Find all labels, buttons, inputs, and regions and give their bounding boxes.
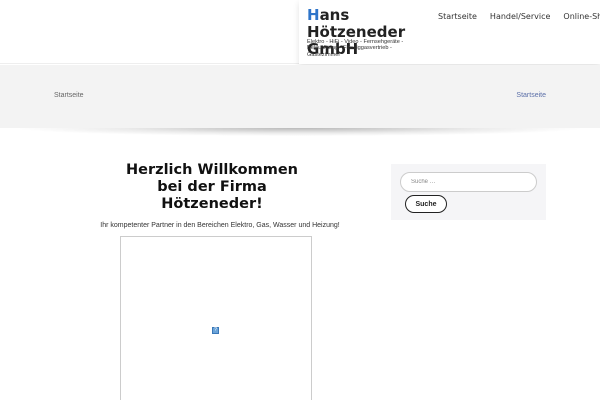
search-button[interactable]: Suche: [405, 195, 447, 213]
welcome-heading: Herzlich Willkommen bei der Firma Hötzen…: [92, 162, 332, 213]
page: Hans Hötzeneder GmbH Elektro - HiFi - Vi…: [0, 0, 600, 400]
broken-image-icon: ?: [212, 327, 219, 334]
nav-item-startseite[interactable]: Startseite: [438, 12, 477, 21]
band-shadow-divider: [20, 128, 580, 136]
brand-box: Hans Hötzeneder GmbH Elektro - HiFi - Vi…: [299, 0, 600, 64]
site-title-initial: H: [307, 6, 320, 24]
site-header: Hans Hötzeneder GmbH Elektro - HiFi - Vi…: [0, 0, 600, 64]
nav-item-online-shop[interactable]: Online-Shop: [563, 12, 600, 21]
welcome-line-1: Herzlich Willkommen: [126, 162, 298, 178]
search-input[interactable]: [400, 172, 537, 192]
nav-item-handel-service[interactable]: Handel/Service: [490, 12, 550, 21]
sidebar-search-widget: Suche: [391, 164, 546, 220]
page-title: Startseite: [54, 92, 84, 99]
site-tagline: Elektro - HiFi - Video - Fernsehgeräte -…: [307, 39, 404, 58]
welcome-line-3: Hötzeneder!: [161, 196, 263, 212]
main-content: Herzlich Willkommen bei der Firma Hötzen…: [96, 162, 340, 400]
intro-text: Ihr kompetenter Partner in den Bereichen…: [100, 222, 340, 229]
header-left-area: [0, 0, 300, 64]
welcome-line-2: bei der Firma: [157, 179, 267, 195]
breadcrumb[interactable]: Startseite: [516, 92, 546, 99]
main-navigation: Startseite Handel/Service Online-Shop: [438, 12, 600, 21]
page-title-band: Startseite Startseite: [0, 65, 600, 128]
embedded-content-frame: ?: [120, 236, 312, 400]
